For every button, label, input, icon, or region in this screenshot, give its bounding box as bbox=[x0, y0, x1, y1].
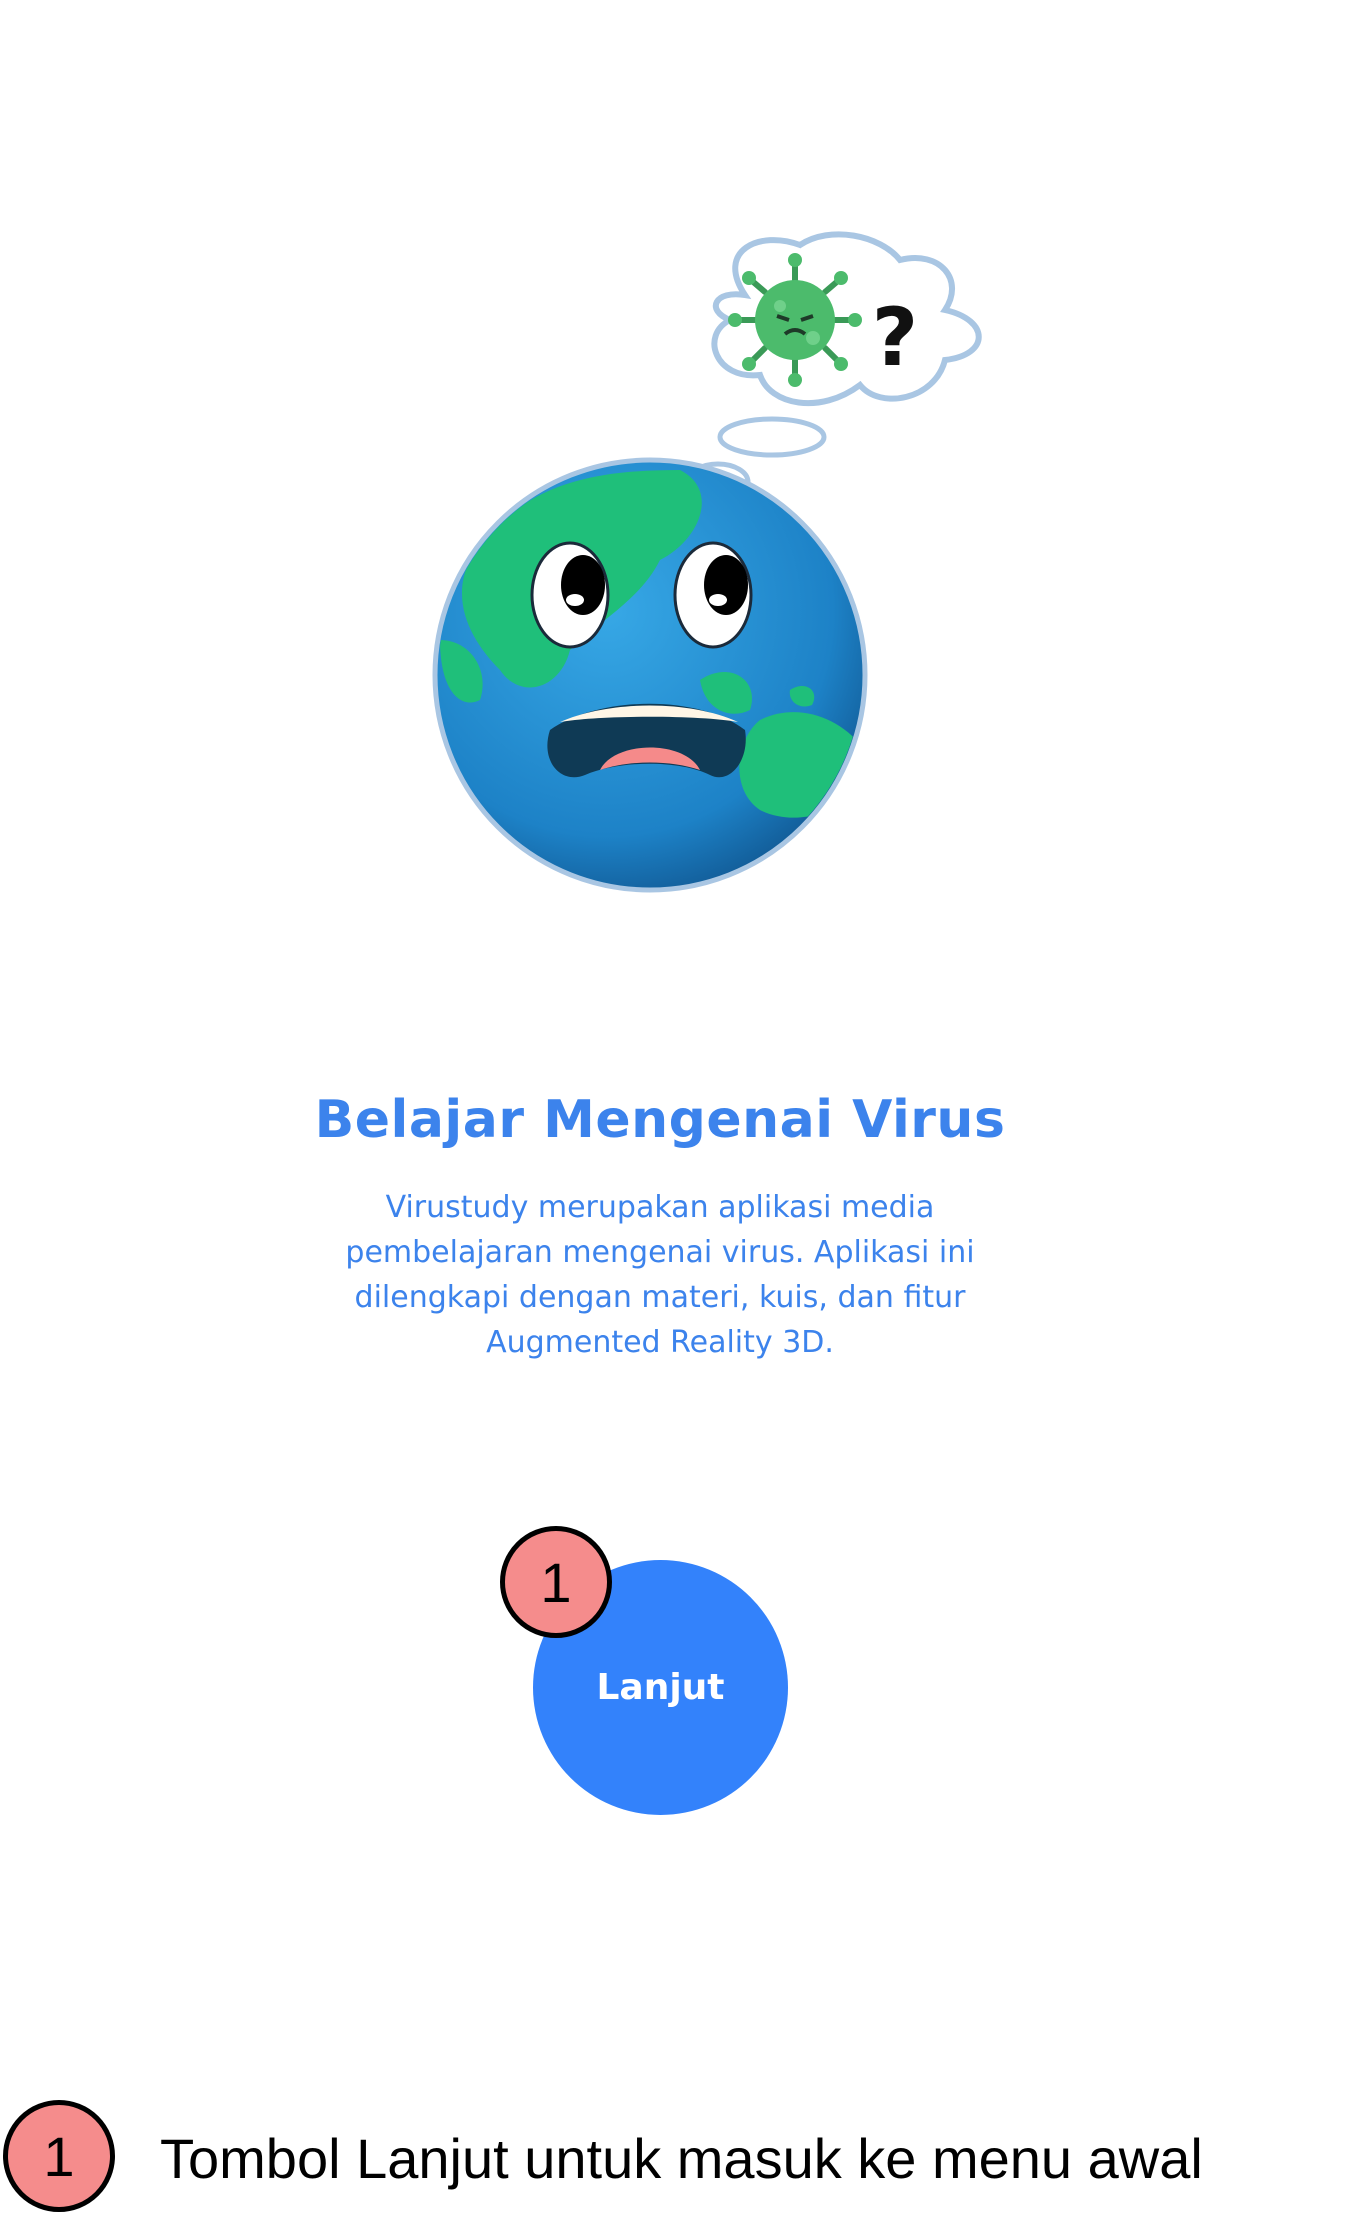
description-line: Virustudy merupakan aplikasi media bbox=[385, 1190, 935, 1225]
legend-text: Tombol Lanjut untuk masuk ke menu awal bbox=[160, 2127, 1203, 2190]
earth-virus-illustration: ? bbox=[432, 231, 982, 893]
legend-badge: 1 bbox=[3, 2100, 115, 2212]
virus-icon bbox=[728, 253, 862, 387]
app-description: Virustudy merupakan aplikasi media pembe… bbox=[310, 1185, 1010, 1365]
description-line: dilengkapi dengan materi, kuis, dan fitu… bbox=[354, 1280, 966, 1315]
description-line: pembelajaran mengenai virus. Aplikasi in… bbox=[345, 1235, 975, 1270]
description-line: Augmented Reality 3D. bbox=[486, 1325, 834, 1360]
page-title: Belajar Mengenai Virus bbox=[314, 1089, 1006, 1150]
annotation-badge: 1 bbox=[500, 1526, 612, 1638]
earth-globe bbox=[432, 457, 868, 893]
thought-cloud bbox=[685, 231, 982, 503]
question-mark-icon: ? bbox=[872, 291, 918, 384]
annotation-legend: 1 Tombol Lanjut untuk masuk ke menu awal bbox=[0, 2100, 1355, 2220]
